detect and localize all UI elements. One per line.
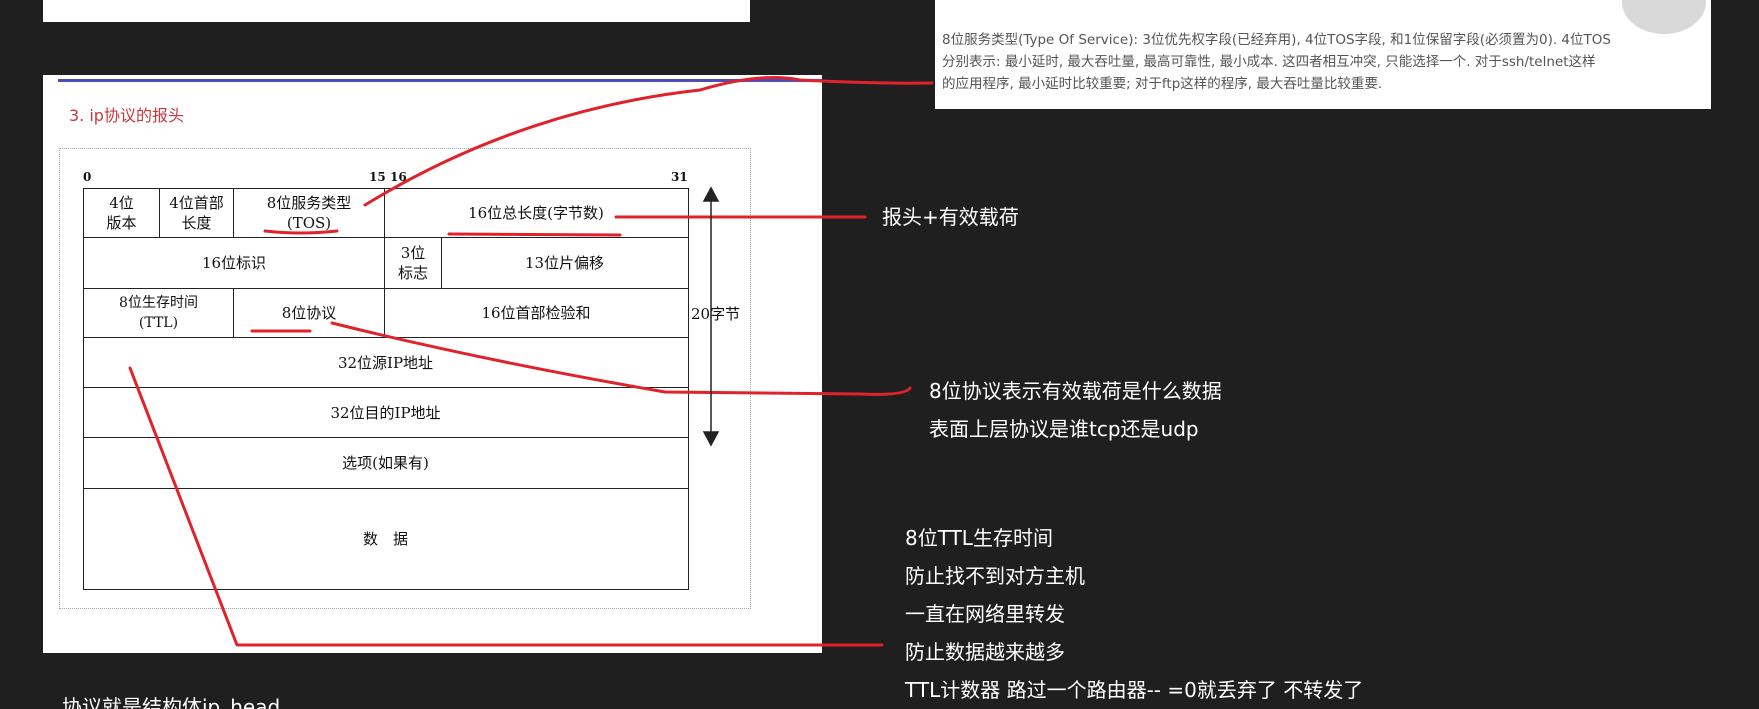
tos-underline [263, 229, 339, 235]
tos-to-note-connector [363, 76, 934, 207]
total-length-underline [447, 232, 622, 237]
protocol-to-annotation-connector [330, 321, 912, 396]
ink-annotation-overlay [128, 76, 934, 647]
ttl-to-annotation-connector [128, 366, 884, 647]
